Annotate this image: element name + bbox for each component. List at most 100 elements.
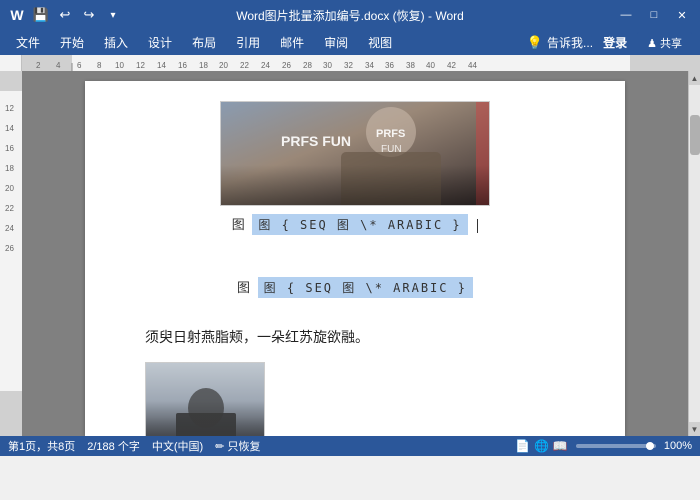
- menu-design[interactable]: 设计: [140, 32, 180, 53]
- figure-prefix-1: 图: [232, 217, 247, 232]
- web-view-btn[interactable]: 🌐: [534, 439, 549, 453]
- svg-text:42: 42: [447, 61, 456, 70]
- zoom-slider[interactable]: [576, 444, 656, 448]
- field-code-2: 图 { SEQ 图 \* ARABIC }: [258, 277, 473, 298]
- svg-text:24: 24: [261, 61, 270, 70]
- document-area: 12 14 16 18 20 22 24 26: [0, 71, 700, 436]
- menu-home[interactable]: 开始: [52, 32, 92, 53]
- login-btn[interactable]: 登录: [603, 34, 627, 51]
- scroll-up-btn[interactable]: ▲: [689, 71, 700, 85]
- read-view-btn[interactable]: 📖: [553, 439, 568, 453]
- svg-text:2: 2: [36, 61, 41, 70]
- svg-text:16: 16: [178, 61, 187, 70]
- svg-text:14: 14: [157, 61, 166, 70]
- quick-access-toolbar: W 💾 ↩ ↪ ▾: [8, 6, 122, 24]
- customize-qa-btn[interactable]: ▾: [104, 6, 122, 24]
- menu-file[interactable]: 文件: [8, 32, 48, 53]
- word-count: 2/188 个字: [87, 438, 140, 454]
- svg-text:36: 36: [385, 61, 394, 70]
- zoom-level: 100%: [664, 440, 692, 452]
- print-view-btn[interactable]: 📄: [515, 439, 530, 453]
- status-right: 📄 🌐 📖 100%: [515, 439, 692, 453]
- menu-layout[interactable]: 布局: [184, 32, 224, 53]
- svg-text:26: 26: [5, 244, 14, 253]
- title-bar: W 💾 ↩ ↪ ▾ Word图片批量添加编号.docx (恢复) - Word …: [0, 0, 700, 30]
- chinese-text-line: 须臾日射燕脂颊，一朵红苏旋欲融。: [145, 325, 565, 350]
- svg-text:PRFS: PRFS: [376, 128, 405, 140]
- title-bar-left: W 💾 ↩ ↪ ▾: [8, 6, 122, 24]
- document-page: PRFS FUN 图 图 { SEQ 图 \* ARABIC } 图 图 { S…: [85, 81, 625, 436]
- window-title: Word图片批量添加编号.docx (恢复) - Word: [236, 7, 464, 24]
- scroll-thumb[interactable]: [690, 115, 700, 155]
- bottom-image-svg: [146, 363, 265, 436]
- menu-review[interactable]: 审阅: [316, 32, 356, 53]
- ruler-svg: 2 4 6 8 10 12 14 16 18 20 22 24 26 28 30…: [22, 55, 700, 71]
- svg-text:14: 14: [5, 124, 14, 133]
- maximize-btn[interactable]: □: [644, 5, 664, 25]
- close-btn[interactable]: ✕: [672, 5, 692, 25]
- menu-insert[interactable]: 插入: [96, 32, 136, 53]
- tell-me-text[interactable]: 告诉我...: [547, 34, 593, 51]
- menu-view[interactable]: 视图: [360, 32, 400, 53]
- page-info: 第1页，共8页: [8, 438, 75, 454]
- document-image-bottom: [145, 362, 265, 436]
- save-quick-btn[interactable]: 💾: [32, 6, 50, 24]
- share-btn[interactable]: ♟ 共享: [637, 32, 692, 54]
- top-image-svg: PRFS FUN: [221, 102, 490, 206]
- undo-btn[interactable]: ↩: [56, 6, 74, 24]
- svg-text:26: 26: [282, 61, 291, 70]
- svg-text:12: 12: [5, 104, 14, 113]
- scroll-down-btn[interactable]: ▼: [689, 422, 700, 436]
- svg-text:22: 22: [5, 204, 14, 213]
- svg-text:20: 20: [5, 184, 14, 193]
- figure-label-1: 图 图 { SEQ 图 \* ARABIC }: [145, 214, 565, 235]
- lightbulb-icon: 💡: [527, 35, 543, 51]
- document-scroll-area[interactable]: PRFS FUN 图 图 { SEQ 图 \* ARABIC } 图 图 { S…: [22, 71, 688, 436]
- vertical-scrollbar[interactable]: ▲ ▼: [688, 71, 700, 436]
- svg-text:20: 20: [219, 61, 228, 70]
- redo-btn[interactable]: ↪: [80, 6, 98, 24]
- svg-text:24: 24: [5, 224, 14, 233]
- svg-text:28: 28: [303, 61, 312, 70]
- menu-references[interactable]: 引用: [228, 32, 268, 53]
- svg-text:18: 18: [199, 61, 208, 70]
- spacer-2: [145, 310, 565, 325]
- ruler-corner: [0, 55, 22, 71]
- status-bar: 第1页，共8页 2/188 个字 中文(中国) ✏ 只恢复 📄 🌐 📖 100%: [0, 436, 700, 456]
- language: 中文(中国): [152, 438, 203, 454]
- figure-label-2: 图 图 { SEQ 图 \* ARABIC }: [145, 277, 565, 298]
- svg-text:32: 32: [344, 61, 353, 70]
- svg-text:30: 30: [323, 61, 332, 70]
- svg-text:10: 10: [115, 61, 124, 70]
- svg-text:38: 38: [406, 61, 415, 70]
- zoom-thumb[interactable]: [646, 442, 654, 450]
- ruler-container: 2 4 6 8 10 12 14 16 18 20 22 24 26 28 30…: [0, 55, 700, 71]
- spacer-1: [145, 247, 565, 277]
- field-code-1: 图 { SEQ 图 \* ARABIC }: [252, 214, 467, 235]
- tell-me-container: 💡 告诉我...: [527, 34, 593, 51]
- svg-text:22: 22: [240, 61, 249, 70]
- svg-text:12: 12: [136, 61, 145, 70]
- window-controls: — □ ✕: [616, 5, 692, 25]
- edit-mode: ✏ 只恢复: [215, 438, 260, 454]
- svg-text:8: 8: [97, 61, 102, 70]
- pencil-icon: ✏: [215, 441, 224, 453]
- word-logo: W: [8, 6, 26, 24]
- v-ruler-svg: 12 14 16 18 20 22 24 26: [0, 71, 22, 436]
- document-image-top: PRFS FUN: [220, 101, 490, 206]
- svg-text:44: 44: [468, 61, 477, 70]
- svg-text:40: 40: [426, 61, 435, 70]
- scroll-track[interactable]: [689, 85, 700, 422]
- svg-text:FUN: FUN: [381, 144, 402, 155]
- menu-mail[interactable]: 邮件: [272, 32, 312, 53]
- svg-text:6: 6: [77, 61, 82, 70]
- minimize-btn[interactable]: —: [616, 5, 636, 25]
- view-buttons: 📄 🌐 📖: [515, 439, 568, 453]
- horizontal-ruler: 2 4 6 8 10 12 14 16 18 20 22 24 26 28 30…: [22, 55, 700, 71]
- text-cursor: [477, 219, 478, 233]
- vertical-ruler: 12 14 16 18 20 22 24 26: [0, 71, 22, 436]
- svg-text:18: 18: [5, 164, 14, 173]
- svg-text:34: 34: [365, 61, 374, 70]
- menu-bar: 文件 开始 插入 设计 布局 引用 邮件 审阅 视图 💡 告诉我... 登录 ♟…: [0, 30, 700, 55]
- svg-text:16: 16: [5, 144, 14, 153]
